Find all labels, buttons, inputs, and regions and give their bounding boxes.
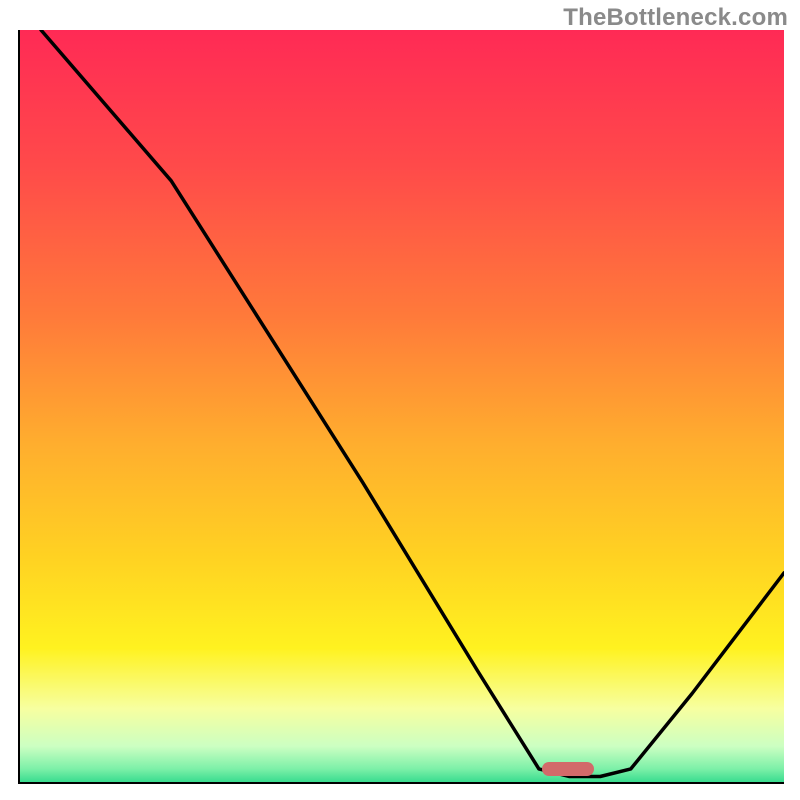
watermark-text: TheBottleneck.com xyxy=(563,4,788,32)
chart-container: TheBottleneck.com xyxy=(0,0,800,800)
gradient-background xyxy=(18,30,784,784)
optimal-point-marker xyxy=(542,762,594,776)
chart-svg xyxy=(18,30,784,784)
plot-area xyxy=(18,30,784,784)
